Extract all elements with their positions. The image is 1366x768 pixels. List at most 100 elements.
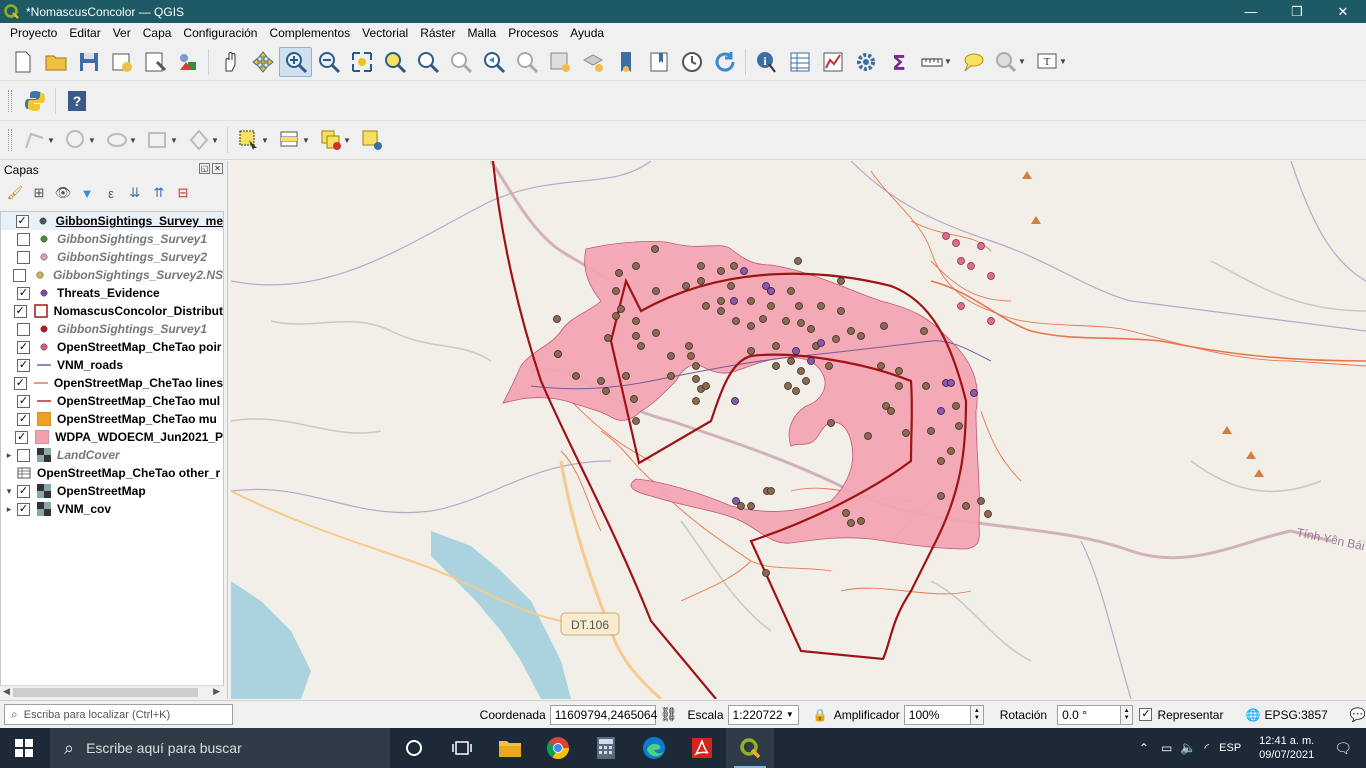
zoom-out-icon[interactable] [312,47,345,77]
cortana-icon[interactable] [390,728,438,768]
layer-visibility-checkbox[interactable]: ✓ [17,412,30,426]
save-project-icon[interactable] [72,47,105,77]
layer-visibility-checkbox[interactable]: ✓ [15,214,29,228]
refresh-icon[interactable] [708,47,741,77]
map-view[interactable]: DT.106 Tính Yên Bái [231,161,1366,699]
expand-all-icon[interactable]: ⇊ [126,184,144,202]
select-by-value-icon[interactable] [273,125,306,155]
zoom-last-icon[interactable] [477,47,510,77]
filter-expression-icon[interactable]: ε [102,184,120,202]
minimize-button[interactable]: — [1228,0,1274,23]
deselect-features-icon[interactable] [314,125,347,155]
map-tips-icon[interactable] [956,47,989,77]
pan-to-selection-icon[interactable] [246,47,279,77]
python-console-icon[interactable] [18,86,51,116]
layer-row[interactable]: ✓ GibbonSightings_Survey_me [1,212,223,230]
open-styling-icon[interactable]: 🖌 [6,184,24,202]
start-button[interactable] [0,728,48,768]
zoom-in-icon[interactable] [279,46,312,77]
zoom-to-selection-icon[interactable] [378,47,411,77]
magnifier-spinner[interactable]: ▲ ▼ [971,704,984,725]
menu-ayuda[interactable]: Ayuda [564,23,610,43]
float-panel-icon[interactable]: ◱ [199,163,210,174]
layer-row[interactable]: ✓ OpenStreetMap_CheTao mu [1,410,223,428]
layer-visibility-checkbox[interactable]: ✓ [17,286,30,300]
measure-line-icon[interactable] [915,47,948,77]
language-indicator[interactable]: ESP [1219,742,1241,754]
render-toggle[interactable]: ✓ [1139,708,1159,721]
layer-visibility-checkbox[interactable] [12,268,26,282]
help-icon[interactable]: ? [60,86,93,116]
menu-editar[interactable]: Editar [63,23,106,43]
task-view-icon[interactable] [438,728,486,768]
layer-row[interactable]: ▸ ✓ VNM_cov [1,500,223,518]
identify-features-icon[interactable]: i [750,47,783,77]
layer-visibility-checkbox[interactable]: ✓ [17,502,30,516]
new-map-view-icon[interactable] [543,47,576,77]
layers-horizontal-scrollbar[interactable]: ◀ ▶ [0,685,224,699]
filter-legend-icon[interactable]: ▼ [78,184,96,202]
layer-row[interactable]: ✓ OpenStreetMap_CheTao mul [1,392,223,410]
messages-icon[interactable]: 💬 [1350,707,1366,723]
close-panel-icon[interactable]: ✕ [212,163,223,174]
layer-row[interactable]: GibbonSightings_Survey1 [1,320,223,338]
scroll-right-icon[interactable]: ▶ [213,686,220,697]
layer-row[interactable]: GibbonSightings_Survey2 [1,248,223,266]
layer-visibility-checkbox[interactable]: ✓ [17,484,30,498]
new-project-icon[interactable] [6,47,39,77]
layer-visibility-checkbox[interactable] [17,322,30,336]
layer-row[interactable]: ✓ OpenStreetMap_CheTao poir [1,338,223,356]
restore-button[interactable]: ❐ [1274,0,1320,23]
magnifier-field[interactable]: 100% [903,704,972,725]
menu-capa[interactable]: Capa [137,23,178,43]
toolbar-grip[interactable] [8,89,12,112]
expand-arrow-icon[interactable]: ▸ [1,450,17,461]
expand-arrow-icon[interactable]: ▾ [1,486,17,497]
layer-row[interactable]: ✓ NomascusConcolor_Distribut [1,302,223,320]
rotation-field[interactable]: 0.0 ° [1057,704,1121,725]
remove-layer-icon[interactable]: ⊟ [174,184,192,202]
statistical-summary-icon[interactable] [816,47,849,77]
rotation-spinner[interactable]: ▲ ▼ [1120,704,1134,725]
battery-icon[interactable]: ▭ [1161,741,1172,755]
show-hidden-icons-icon[interactable]: ⌃ [1139,741,1149,755]
pan-map-icon[interactable] [213,47,246,77]
sum-icon[interactable]: Σ [882,47,915,77]
layer-visibility-checkbox[interactable] [17,448,30,462]
expand-arrow-icon[interactable]: ▸ [1,504,17,515]
qgis-taskbar-icon[interactable] [726,728,774,768]
locator-search-field[interactable]: ⌕ Escriba para localizar (Ctrl+K) [4,704,233,725]
layer-visibility-checkbox[interactable]: ✓ [13,376,27,390]
attribute-table-icon[interactable] [783,47,816,77]
layer-row[interactable]: ✓ Threats_Evidence [1,284,223,302]
menu-procesos[interactable]: Procesos [502,23,564,43]
zoom-full-icon[interactable] [345,47,378,77]
show-bookmarks-icon[interactable] [642,47,675,77]
mouse-toggle-icon[interactable]: ⛓ [660,706,678,723]
menu-configuracion[interactable]: Configuración [177,23,263,43]
layer-row[interactable]: GibbonSightings_Survey2.NS [1,266,223,284]
toolbar-grip[interactable] [8,129,12,151]
scrollbar-thumb[interactable] [13,688,198,697]
scale-dropdown[interactable]: 1:220722 ▼ [727,704,799,725]
menu-vectorial[interactable]: Vectorial [356,23,414,43]
collapse-all-icon[interactable]: ⇈ [150,184,168,202]
menu-raster[interactable]: Ráster [414,23,461,43]
file-explorer-icon[interactable] [486,728,534,768]
close-button[interactable]: ✕ [1320,0,1366,23]
crs-label[interactable]: EPSG:3857 [1264,708,1327,722]
layer-visibility-checkbox[interactable] [17,250,30,264]
render-checkbox[interactable]: ✓ [1139,708,1153,721]
wifi-icon[interactable]: ◜ [1204,741,1209,755]
open-project-icon[interactable] [39,47,72,77]
calculator-icon[interactable] [582,728,630,768]
menu-proyecto[interactable]: Proyecto [4,23,63,43]
select-features-icon[interactable] [232,125,265,155]
layer-visibility-checkbox[interactable]: ✓ [15,430,29,444]
layer-visibility-checkbox[interactable]: ✓ [17,394,30,408]
crs-globe-icon[interactable]: 🌐 [1245,708,1260,722]
layer-visibility-checkbox[interactable]: ✓ [17,340,30,354]
chrome-icon[interactable] [534,728,582,768]
volume-icon[interactable]: 🔈 [1180,740,1196,756]
layer-visibility-checkbox[interactable]: ✓ [17,358,30,372]
